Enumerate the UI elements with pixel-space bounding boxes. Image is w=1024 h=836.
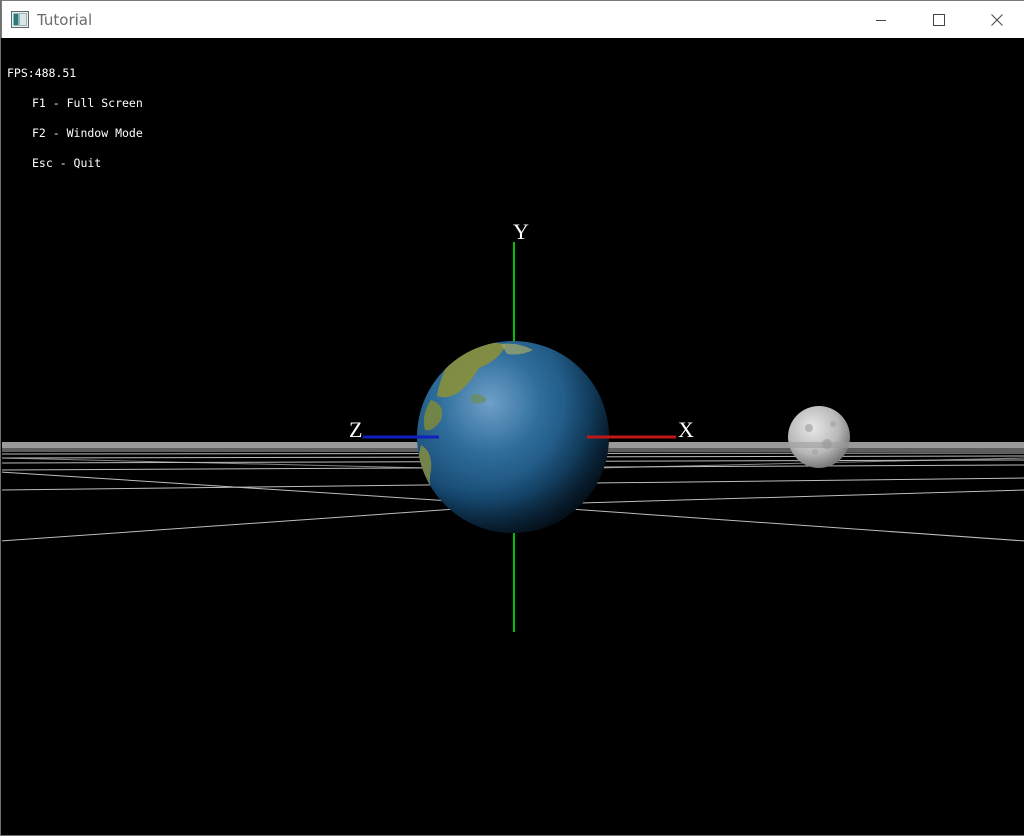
close-icon	[991, 13, 1003, 26]
render-viewport[interactable]: FPS:488.51 F1 - Full Screen F2 - Window …	[2, 38, 1024, 835]
grid-line	[512, 504, 1024, 542]
x-axis-label: X	[678, 417, 694, 442]
window-title: Tutorial	[37, 11, 93, 29]
z-axis-label: Z	[349, 417, 363, 442]
maximize-button[interactable]	[910, 1, 968, 38]
close-button[interactable]	[968, 1, 1024, 38]
y-axis-label: Y	[513, 219, 529, 244]
minimize-button[interactable]	[852, 1, 910, 38]
app-window: Tutorial FPS:488.51 F1 - Full Screen F2 …	[0, 0, 1024, 836]
minimize-icon	[876, 19, 886, 21]
fps-counter: FPS:488.51	[7, 66, 77, 80]
moon-sphere[interactable]	[787, 406, 851, 468]
maximize-icon	[933, 13, 945, 26]
help-full-screen: F1 - Full Screen	[32, 96, 143, 110]
help-window-mode: F2 - Window Mode	[32, 126, 143, 140]
earth-sphere[interactable]	[417, 341, 609, 533]
grid-line	[2, 504, 514, 542]
title-bar[interactable]: Tutorial	[1, 0, 1024, 38]
help-quit: Esc - Quit	[32, 156, 102, 170]
scene-canvas	[2, 242, 1024, 632]
window-app-icon	[11, 11, 29, 28]
